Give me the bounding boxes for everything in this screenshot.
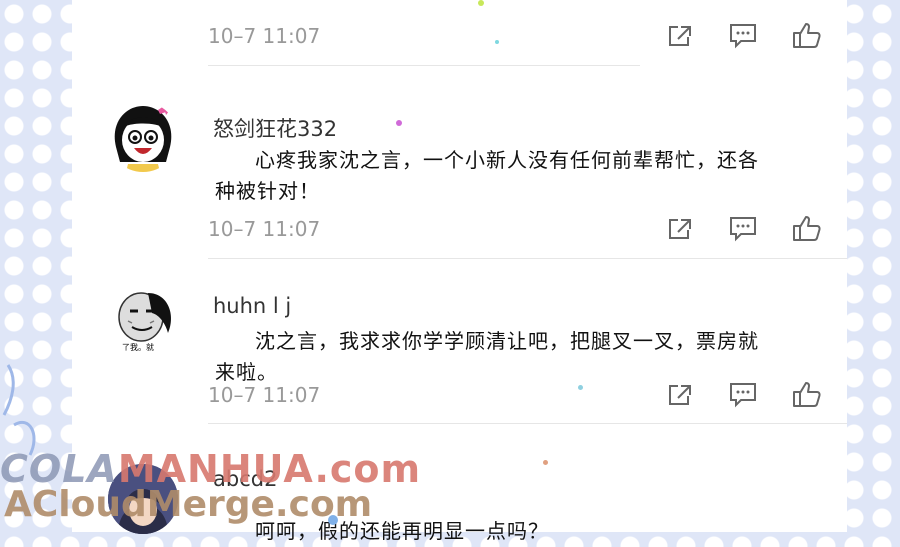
comment-timestamp: 10–7 11:07 (208, 217, 321, 241)
reply-button[interactable] (726, 212, 760, 246)
comment-icon (730, 383, 756, 408)
share-icon (669, 26, 691, 46)
sparkle (396, 120, 402, 126)
sparkle (578, 385, 583, 390)
reply-button[interactable] (726, 378, 760, 412)
share-button[interactable] (663, 19, 697, 53)
watermark-secondary: ACloudMerge.com (4, 484, 373, 525)
share-button[interactable] (663, 378, 697, 412)
avatar-caption: 了我。就 (122, 343, 154, 352)
sparkle (478, 0, 484, 6)
share-icon (669, 219, 691, 239)
comment-username[interactable]: 怒剑狂花332 (213, 113, 337, 143)
sparkle (543, 460, 548, 465)
thumbs-up-icon (793, 382, 821, 407)
divider (208, 65, 640, 66)
comment-text: 心疼我家沈之言，一个小新人没有任何前辈帮忙，还各种被针对！ (215, 148, 759, 203)
like-button[interactable] (790, 377, 824, 411)
comment-icon (730, 24, 756, 49)
avatar[interactable]: 了我。就 (108, 285, 178, 355)
share-icon (669, 385, 691, 405)
comment-item: 了我。就 huhn l j 沈之言，我求求你学学顾清让吧，把腿叉一叉，票房就来啦… (72, 270, 847, 430)
comment-timestamp: 10–7 11:07 (208, 383, 321, 407)
sparkle (495, 40, 499, 44)
reply-button[interactable] (726, 19, 760, 53)
comment-item: 怒剑狂花332 心疼我家沈之言，一个小新人没有任何前辈帮忙，还各种被针对！ 10… (72, 90, 847, 260)
avatar[interactable] (108, 102, 178, 172)
thumbs-up-icon (793, 216, 821, 241)
like-button[interactable] (790, 211, 824, 245)
divider (208, 423, 847, 424)
thumbs-up-icon (793, 23, 821, 48)
cartoon-girl-avatar-icon (114, 106, 172, 172)
comment-timestamp: 10–7 11:07 (208, 24, 321, 48)
divider (208, 258, 847, 259)
comment-item: 10–7 11:07 (72, 0, 847, 70)
comment-username[interactable]: huhn l j (213, 294, 291, 318)
comment-icon (730, 217, 756, 242)
like-button[interactable] (790, 18, 824, 52)
share-button[interactable] (663, 212, 697, 246)
